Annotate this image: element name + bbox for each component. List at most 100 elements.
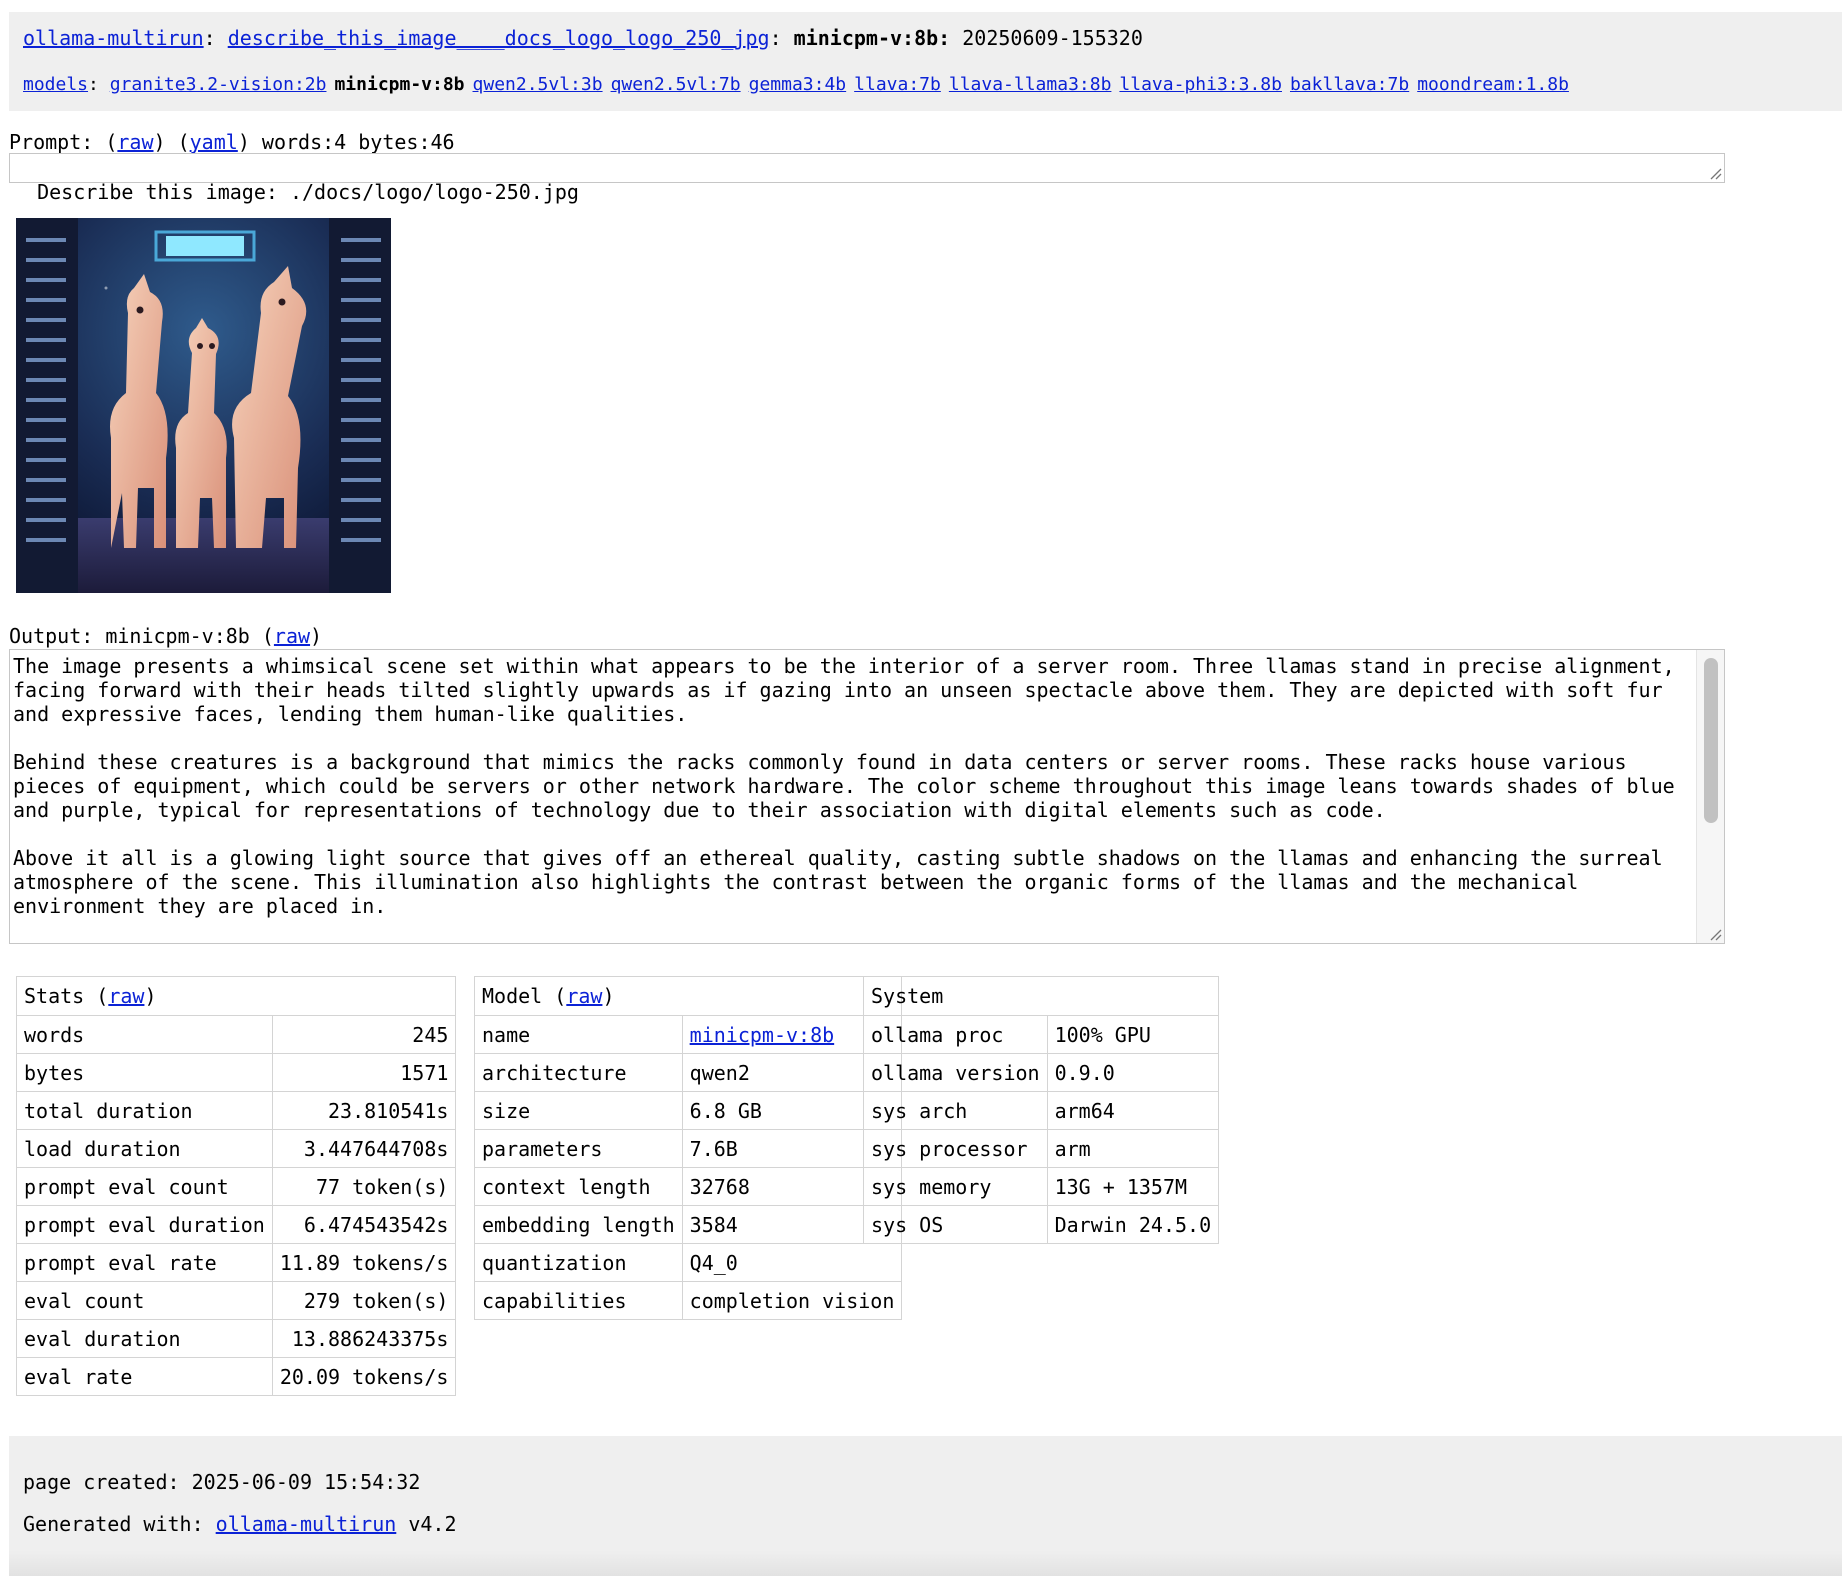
table-row: parameters 7.6B [474, 1129, 903, 1168]
row-key: ollama proc [863, 1015, 1048, 1054]
model-nav-link[interactable]: qwen2.5vl:3b [473, 74, 603, 95]
stats-header: Stats (raw) [15, 976, 457, 1016]
row-value: 13.886243375s [271, 1319, 457, 1358]
stats-raw-link[interactable]: raw [108, 984, 144, 1008]
row-key: parameters [474, 1129, 683, 1168]
model-nav-link[interactable]: moondream:1.8b [1417, 74, 1569, 95]
row-value: 3.447644708s [271, 1129, 457, 1168]
system-header: System [862, 976, 1220, 1016]
output-scrollbar[interactable] [1696, 650, 1724, 943]
table-row: sys OS Darwin 24.5.0 [863, 1205, 1220, 1244]
table-row: name minicpm-v:8b [474, 1015, 903, 1054]
row-key: words [16, 1015, 273, 1054]
page-header: ollama-multirun: describe_this_image____… [9, 12, 1842, 111]
model-nav-link[interactable]: gemma3:4b [749, 74, 847, 95]
row-key: ollama version [863, 1053, 1048, 1092]
prompt-raw-link[interactable]: raw [117, 130, 153, 154]
breadcrumb: ollama-multirun: describe_this_image____… [23, 26, 1143, 50]
model-header: Model (raw) [473, 976, 903, 1016]
row-value: 20.09 tokens/s [271, 1357, 457, 1396]
row-key: embedding length [474, 1205, 683, 1244]
row-key: sys processor [863, 1129, 1048, 1168]
table-row: sys arch arm64 [863, 1091, 1220, 1130]
prompt-yaml-link[interactable]: yaml [190, 130, 238, 154]
row-value: Q4_0 [681, 1243, 903, 1282]
output-raw-link[interactable]: raw [274, 624, 310, 648]
models-nav: models: granite3.2-vision:2b minicpm-v:8b… [23, 73, 1577, 97]
output-paragraph: The image presents a whimsical scene set… [13, 654, 1675, 726]
row-key: prompt eval rate [16, 1243, 273, 1282]
model-nav-current: minicpm-v:8b [334, 74, 465, 95]
model-name-key: name [474, 1015, 683, 1054]
models-index-link[interactable]: models [23, 74, 88, 95]
stats-table: Stats (raw) words 245 bytes 1571 total durat… [15, 976, 457, 1396]
generator-version: v4.2 [408, 1512, 457, 1536]
table-row: quantization Q4_0 [474, 1243, 903, 1282]
table-row: prompt eval rate 11.89 tokens/s [16, 1243, 457, 1282]
prompt-textarea[interactable]: Describe this image: ./docs/logo/logo-25… [9, 153, 1725, 204]
row-key: eval duration [16, 1319, 273, 1358]
page-created: page created: 2025-06-09 15:54:32 [23, 1470, 421, 1494]
row-key: architecture [474, 1053, 683, 1092]
row-key: load duration [16, 1129, 273, 1168]
row-value: 77 token(s) [271, 1167, 457, 1206]
row-value: 11.89 tokens/s [271, 1243, 457, 1282]
breadcrumb-root-link[interactable]: ollama-multirun [23, 26, 204, 50]
output-textarea[interactable]: The image presents a whimsical scene set… [9, 649, 1725, 944]
table-row: bytes 1571 [16, 1053, 457, 1092]
generated-with: Generated with: ollama-multirun v4.2 [23, 1512, 457, 1536]
row-key: total duration [16, 1091, 273, 1130]
scrollbar-thumb[interactable] [1704, 658, 1718, 823]
prompt-meta: words:4 bytes:46 [261, 130, 455, 154]
row-value: 13G + 1357M [1046, 1167, 1220, 1206]
model-table: Model (raw) name minicpm-v:8b architectur… [473, 976, 903, 1320]
table-row: size 6.8 GB [474, 1091, 903, 1130]
table-row: prompt eval count 77 token(s) [16, 1167, 457, 1206]
row-key: sys OS [863, 1205, 1048, 1244]
table-row: sys memory 13G + 1357M [863, 1167, 1220, 1206]
breadcrumb-prompt-link[interactable]: describe_this_image____docs_logo_logo_25… [228, 26, 770, 50]
row-value: 245 [271, 1015, 457, 1054]
output-paragraph: Above it all is a glowing light source t… [13, 846, 1663, 918]
row-key: prompt eval count [16, 1167, 273, 1206]
row-value: 100% GPU [1046, 1015, 1220, 1054]
row-value: arm [1046, 1129, 1220, 1168]
row-key: sys memory [863, 1167, 1048, 1206]
row-value: 6.474543542s [271, 1205, 457, 1244]
prompt-label: Prompt: (raw) (yaml) words:4 bytes:46 [9, 130, 455, 154]
capabilities-key: capabilities [474, 1281, 683, 1320]
model-nav-link[interactable]: llava:7b [854, 74, 941, 95]
breadcrumb-current-model: minicpm-v:8b [793, 26, 939, 50]
table-row: ollama version 0.9.0 [863, 1053, 1220, 1092]
breadcrumb-run-id: 20250609-155320 [962, 26, 1143, 50]
resize-grip-icon[interactable] [1708, 927, 1722, 941]
model-nav-link[interactable]: llava-llama3:8b [949, 74, 1112, 95]
output-text: The image presents a whimsical scene set… [13, 654, 1693, 918]
model-nav-link[interactable]: granite3.2-vision:2b [110, 74, 327, 95]
generator-link[interactable]: ollama-multirun [216, 1512, 397, 1536]
row-value: 23.810541s [271, 1091, 457, 1130]
row-key: quantization [474, 1243, 683, 1282]
table-row: context length 32768 [474, 1167, 903, 1206]
model-name-link[interactable]: minicpm-v:8b [690, 1023, 835, 1047]
model-raw-link[interactable]: raw [566, 984, 602, 1008]
output-label: Output: minicpm-v:8b (raw) [9, 624, 323, 648]
table-row: prompt eval duration 6.474543542s [16, 1205, 457, 1244]
table-row: sys processor arm [863, 1129, 1220, 1168]
row-key: sys arch [863, 1091, 1048, 1130]
model-nav-link[interactable]: qwen2.5vl:7b [611, 74, 741, 95]
row-key: eval rate [16, 1357, 273, 1396]
row-value: arm64 [1046, 1091, 1220, 1130]
model-nav-link[interactable]: llava-phi3:3.8b [1119, 74, 1282, 95]
table-row: eval count 279 token(s) [16, 1281, 457, 1320]
row-key: prompt eval duration [16, 1205, 273, 1244]
row-value: 0.9.0 [1046, 1053, 1220, 1092]
models-list: granite3.2-vision:2b minicpm-v:8b qwen2.5v… [110, 74, 1577, 95]
resize-grip-icon[interactable] [1708, 166, 1722, 180]
table-row: embedding length 3584 [474, 1205, 903, 1244]
model-nav-link[interactable]: bakllava:7b [1290, 74, 1409, 95]
output-paragraph: Behind these creatures is a background t… [13, 750, 1675, 822]
table-row: architecture qwen2 [474, 1053, 903, 1092]
table-row: load duration 3.447644708s [16, 1129, 457, 1168]
table-row: eval rate 20.09 tokens/s [16, 1357, 457, 1396]
